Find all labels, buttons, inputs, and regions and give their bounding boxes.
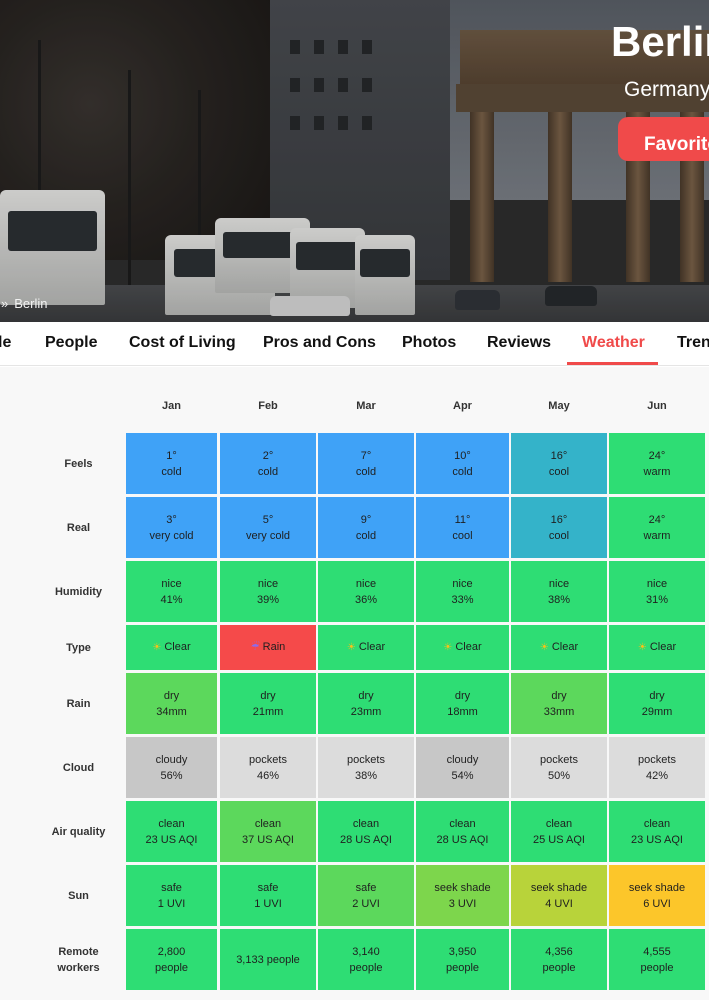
umbrella-icon: ☔	[250, 642, 260, 653]
row-label: Sun	[68, 889, 89, 902]
row-label: Humidity	[54, 585, 103, 598]
weather-cell[interactable]: clean 28 US AQI	[318, 801, 414, 862]
weather-cell[interactable]: nice 31%	[609, 561, 705, 622]
weather-cell[interactable]: clean 37 US AQI	[220, 801, 316, 862]
weather-cell[interactable]: dry 33mm	[511, 673, 607, 734]
row-label: Cloud	[62, 761, 95, 774]
weather-cell[interactable]: 16° cool	[511, 497, 607, 558]
weather-cell[interactable]: dry 23mm	[318, 673, 414, 734]
tab-pros-and-cons[interactable]: Pros and Cons	[263, 334, 376, 352]
row-label: Remote workers	[57, 945, 100, 974]
tab-photos[interactable]: Photos	[402, 334, 456, 352]
month-header: Feb	[258, 400, 278, 412]
weather-cell[interactable]: 3,950 people	[416, 929, 509, 990]
weather-cell[interactable]: nice 38%	[511, 561, 607, 622]
weather-cell[interactable]: 4,555 people	[609, 929, 705, 990]
month-header: Apr	[453, 400, 472, 412]
active-tab-indicator	[567, 362, 658, 365]
weather-cell[interactable]: safe 1 UVI	[220, 865, 316, 926]
weather-cell[interactable]: 7° cold	[318, 433, 414, 494]
row-label: Feels	[64, 457, 93, 470]
weather-cell[interactable]: clean 23 US AQI	[609, 801, 705, 862]
month-header: Jan	[162, 400, 181, 412]
weather-cell[interactable]: 24° warm	[609, 497, 705, 558]
tab-people[interactable]: People	[45, 334, 97, 352]
weather-cell[interactable]: clean 23 US AQI	[126, 801, 217, 862]
weather-cell[interactable]: 2° cold	[220, 433, 316, 494]
weather-cell[interactable]: ☀ Clear	[609, 625, 705, 670]
row-label: Type	[66, 641, 91, 654]
favorite-button[interactable]: Favorite	[618, 117, 709, 161]
weather-cell[interactable]: safe 2 UVI	[318, 865, 414, 926]
breadcrumb-separator: »	[1, 296, 9, 311]
row-label: Air quality	[51, 825, 106, 838]
weather-cell[interactable]: 3,140 people	[318, 929, 414, 990]
city-title: Berlin	[611, 18, 709, 65]
tab-cost-of-living[interactable]: Cost of Living	[129, 334, 236, 352]
weather-cell[interactable]: dry 34mm	[126, 673, 217, 734]
weather-cell[interactable]: 3° very cold	[126, 497, 217, 558]
month-header: Mar	[356, 400, 376, 412]
weather-cell[interactable]: 10° cold	[416, 433, 509, 494]
weather-cell[interactable]: seek shade 4 UVI	[511, 865, 607, 926]
weather-cell[interactable]: nice 41%	[126, 561, 217, 622]
weather-cell[interactable]: pockets 50%	[511, 737, 607, 798]
weather-cell[interactable]: clean 28 US AQI	[416, 801, 509, 862]
weather-cell[interactable]: ☀ Clear	[318, 625, 414, 670]
section-tabs: le People Cost of Living Pros and Cons P…	[0, 322, 709, 366]
sun-icon: ☀	[539, 642, 549, 653]
month-header: Jun	[647, 400, 667, 412]
weather-cell[interactable]: 11° cool	[416, 497, 509, 558]
weather-cell[interactable]: dry 29mm	[609, 673, 705, 734]
tab-weather[interactable]: Weather	[582, 334, 645, 352]
weather-cell[interactable]: seek shade 6 UVI	[609, 865, 705, 926]
row-label: Real	[66, 521, 91, 534]
weather-cell[interactable]: 5° very cold	[220, 497, 316, 558]
month-header: May	[548, 400, 570, 412]
weather-cell[interactable]: nice 36%	[318, 561, 414, 622]
weather-cell[interactable]: nice 39%	[220, 561, 316, 622]
weather-cell[interactable]: 9° cold	[318, 497, 414, 558]
weather-cell[interactable]: cloudy 56%	[126, 737, 217, 798]
weather-cell[interactable]: 2,800 people	[126, 929, 217, 990]
tab-people-cut[interactable]: le	[0, 334, 11, 352]
weather-cell[interactable]: 3,133 people	[220, 929, 316, 990]
weather-cell[interactable]: 24° warm	[609, 433, 705, 494]
weather-cell[interactable]: ☀ Clear	[126, 625, 217, 670]
breadcrumb: » Berlin	[0, 296, 47, 311]
tab-reviews[interactable]: Reviews	[487, 334, 551, 352]
weather-cell[interactable]: nice 33%	[416, 561, 509, 622]
weather-cell[interactable]: dry 18mm	[416, 673, 509, 734]
weather-cell[interactable]: ☀ Clear	[511, 625, 607, 670]
weather-cell[interactable]: pockets 46%	[220, 737, 316, 798]
breadcrumb-current[interactable]: Berlin	[14, 296, 47, 311]
weather-cell[interactable]: 4,356 people	[511, 929, 607, 990]
sun-icon: ☀	[637, 642, 647, 653]
weather-cell[interactable]: ☀ Clear	[416, 625, 509, 670]
weather-cell[interactable]: 16° cool	[511, 433, 607, 494]
weather-cell[interactable]: seek shade 3 UVI	[416, 865, 509, 926]
hero-photo	[0, 0, 709, 322]
weather-cell[interactable]: pockets 42%	[609, 737, 705, 798]
weather-cell[interactable]: ☔ Rain	[220, 625, 316, 670]
weather-cell[interactable]: safe 1 UVI	[126, 865, 217, 926]
sun-icon: ☀	[443, 642, 453, 653]
tab-trends[interactable]: Tren	[677, 334, 709, 352]
weather-cell[interactable]: cloudy 54%	[416, 737, 509, 798]
weather-cell[interactable]: dry 21mm	[220, 673, 316, 734]
weather-cell[interactable]: clean 25 US AQI	[511, 801, 607, 862]
country-label: Germany	[624, 78, 709, 101]
weather-cell[interactable]: 1° cold	[126, 433, 217, 494]
sun-icon: ☀	[346, 642, 356, 653]
weather-cell[interactable]: pockets 38%	[318, 737, 414, 798]
row-label: Rain	[66, 697, 91, 710]
sun-icon: ☀	[152, 642, 162, 653]
